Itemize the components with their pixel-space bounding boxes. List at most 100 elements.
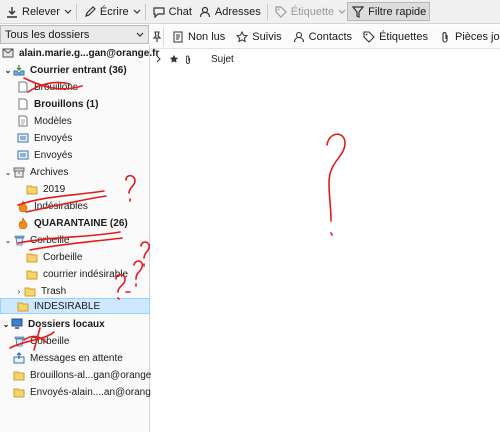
- quick-filter-button[interactable]: Filtre rapide: [347, 2, 431, 21]
- document-icon: [17, 98, 29, 110]
- chat-label: Chat: [168, 5, 192, 18]
- flame-icon: [17, 200, 29, 212]
- attachment-column-icon[interactable]: [181, 52, 195, 66]
- filter-contacts-button[interactable]: Contacts: [289, 27, 355, 47]
- tag-label: Étiquette: [290, 5, 335, 18]
- get-messages-button[interactable]: Relever: [2, 2, 63, 22]
- get-messages-label: Relever: [22, 5, 60, 18]
- folder-pane: alain.marie.g...gan@orange.fr ⌄ Courrier…: [0, 45, 165, 432]
- folder-icon: [17, 300, 29, 312]
- computer-icon: [11, 318, 23, 330]
- tag-icon: [274, 5, 288, 19]
- document-icon: [17, 81, 29, 93]
- folder-label: Brouillons (1): [34, 98, 99, 110]
- archive-box-icon: [13, 166, 25, 178]
- folder-icon: [13, 386, 25, 398]
- filter-attachments-button[interactable]: Pièces jointes: [435, 27, 500, 47]
- folder-quarantine[interactable]: QUARANTAINE (26): [0, 215, 150, 231]
- unread-envelope-icon: [171, 30, 185, 44]
- message-list-header: Sujet: [151, 50, 500, 68]
- sent-icon: [17, 149, 29, 161]
- chevron-down-icon: [136, 30, 144, 40]
- folder-inbox[interactable]: ⌄ Courrier entrant (36): [0, 62, 150, 78]
- outbox-icon: [13, 352, 25, 364]
- tag-icon: [362, 30, 376, 44]
- trash-can-icon: [13, 234, 25, 246]
- folder-mode-selector[interactable]: Tous les dossiers: [0, 25, 149, 44]
- quick-filter-label: Filtre rapide: [368, 5, 427, 18]
- folder-label: Brouillons-al...gan@orange.fr: [30, 369, 161, 381]
- folder-drafts-unread[interactable]: Brouillons (1): [0, 96, 150, 112]
- star-column-icon[interactable]: [167, 52, 181, 66]
- chat-button[interactable]: Chat: [149, 2, 195, 22]
- folder-label: Corbeille: [43, 251, 83, 263]
- expand-chevron-icon[interactable]: ⌄: [4, 66, 12, 75]
- folder-archives[interactable]: ⌄ Archives: [0, 164, 150, 180]
- thread-column-icon[interactable]: [153, 52, 167, 66]
- get-messages-dropdown-icon[interactable]: [63, 2, 73, 22]
- pencil-icon: [83, 5, 97, 19]
- folder-drafts[interactable]: Brouillons: [0, 79, 150, 95]
- unread-label: Non lus: [188, 30, 226, 43]
- toolbar-separator: [75, 3, 77, 20]
- folder-trash[interactable]: ⌄ Corbeille: [0, 232, 150, 248]
- folder-label: Envoyés: [34, 149, 73, 161]
- local-folder-outbox[interactable]: Messages en attente: [0, 350, 150, 366]
- folder-icon: [26, 251, 38, 263]
- paperclip-icon: [438, 30, 452, 44]
- contacts-icon: [198, 5, 212, 19]
- folder-trash-sub[interactable]: Corbeille: [0, 249, 150, 265]
- download-arrow-icon: [5, 5, 19, 19]
- local-folders-row[interactable]: ⌄ Dossiers locaux: [0, 316, 150, 332]
- address-book-label: Adresses: [214, 5, 261, 18]
- template-icon: [17, 115, 29, 127]
- filter-tags-button[interactable]: Étiquettes: [359, 27, 431, 47]
- tag-dropdown-icon[interactable]: [337, 2, 347, 22]
- attachments-filter-label: Pièces jointes: [454, 30, 500, 43]
- inbox-icon: [13, 64, 25, 76]
- expand-chevron-icon[interactable]: ⌄: [4, 236, 12, 245]
- contacts-filter-label: Contacts: [308, 30, 353, 43]
- filter-unread-button[interactable]: Non lus: [168, 27, 228, 47]
- contact-person-icon: [292, 30, 306, 44]
- folder-label: 2019: [43, 183, 66, 195]
- local-folders-label: Dossiers locaux: [28, 318, 105, 330]
- folder-courrier-indesirable[interactable]: courrier indésirable: [0, 266, 150, 282]
- message-list[interactable]: [151, 68, 500, 432]
- folder-sent-2[interactable]: Envoyés: [0, 147, 150, 163]
- account-row[interactable]: alain.marie.g...gan@orange.fr: [0, 45, 159, 61]
- folder-indesirable[interactable]: INDESIRABLE: [0, 298, 150, 314]
- local-folder-drafts[interactable]: Brouillons-al...gan@orange.fr: [0, 367, 160, 383]
- address-book-button[interactable]: Adresses: [195, 2, 264, 22]
- local-folder-sent[interactable]: Envoyés-alain....an@orange.fr: [0, 384, 165, 400]
- write-button[interactable]: Écrire: [80, 2, 132, 22]
- folder-2019[interactable]: 2019: [0, 181, 150, 197]
- folder-icon: [24, 285, 36, 297]
- write-dropdown-icon[interactable]: [132, 2, 142, 22]
- pin-icon[interactable]: [151, 26, 164, 47]
- sent-icon: [17, 132, 29, 144]
- folder-sent[interactable]: Envoyés: [0, 130, 150, 146]
- folder-junk[interactable]: Indésirables: [0, 198, 150, 214]
- folder-label: Trash: [41, 285, 67, 297]
- filter-funnel-icon: [351, 5, 365, 19]
- folder-templates[interactable]: Modèles: [0, 113, 150, 129]
- folder-label: Envoyés-alain....an@orange.fr: [30, 386, 166, 398]
- folder-label: Courrier entrant (36): [30, 64, 127, 76]
- toolbar-separator: [144, 3, 146, 20]
- expand-chevron-icon[interactable]: ⌄: [2, 320, 10, 329]
- subject-column-header[interactable]: Sujet: [211, 54, 234, 65]
- collapse-chevron-icon[interactable]: ›: [15, 287, 23, 296]
- write-label: Écrire: [99, 5, 129, 18]
- flame-icon: [17, 217, 29, 229]
- starred-label: Suivis: [252, 30, 282, 43]
- local-folder-trash[interactable]: Corbeille: [0, 333, 150, 349]
- filter-starred-button[interactable]: Suivis: [232, 27, 284, 47]
- tag-button[interactable]: Étiquette: [271, 2, 337, 22]
- folder-trash-en[interactable]: › Trash: [0, 283, 150, 299]
- folder-icon: [13, 369, 25, 381]
- email-account-icon: [2, 47, 14, 59]
- expand-chevron-icon[interactable]: ⌄: [4, 168, 12, 177]
- quick-filter-bar: Non lus Suivis Contacts Étiquettes Pièce…: [151, 25, 500, 49]
- folder-label: Indésirables: [34, 200, 88, 212]
